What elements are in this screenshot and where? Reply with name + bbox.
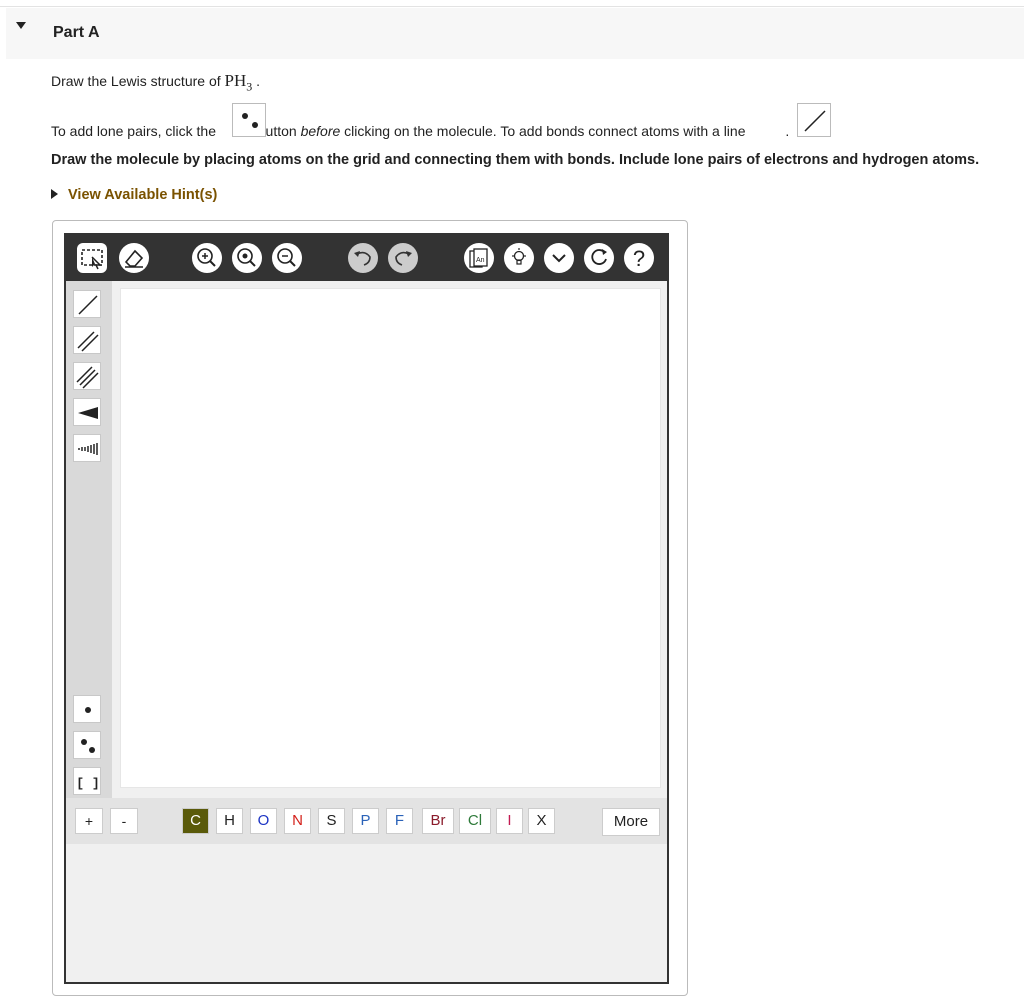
bracket-glyph: [ ] [76,776,99,791]
top-divider [0,6,1024,7]
prompt-suffix: . [252,73,261,89]
atom-button-i[interactable]: I [496,808,523,834]
lone-pair-rest: clicking on the molecule. To add bonds c… [340,123,750,139]
single-bond-inline-icon [797,103,831,137]
triple-bond-icon[interactable] [73,362,101,390]
bracket-icon[interactable]: [ ] [73,767,101,795]
single-electron-icon[interactable] [73,695,101,723]
atom-button-p[interactable]: P [352,808,379,834]
prompt-prefix: Draw the Lewis structure of [51,73,225,89]
redo-icon[interactable] [388,243,418,273]
lightbulb-icon[interactable] [504,243,534,273]
atom-button-x[interactable]: X [528,808,555,834]
formula-main: PH [224,71,247,90]
lone-pair-emph: before [300,123,341,139]
atom-button-f[interactable]: F [386,808,413,834]
atom-button-c[interactable]: C [182,808,209,834]
view-hints-link[interactable]: View Available Hint(s) [51,187,217,203]
hint-label: View Available Hint(s) [68,187,218,203]
marquee-select-icon[interactable] [77,243,107,273]
question-prompt: Draw the Lewis structure of PH3 . [51,71,260,94]
molecule-editor: An ? [] + - C H O N S P F Br Cl I X Mor… [64,233,669,984]
undo-icon[interactable] [348,243,378,273]
eraser-icon[interactable] [119,243,149,273]
atom-button-s[interactable]: S [318,808,345,834]
lone-pair-prefix: To add lone pairs, click the [51,123,220,139]
editor-toolbar: An ? [66,235,667,281]
atom-button-br[interactable]: Br [422,808,454,834]
atom-button-n[interactable]: N [284,808,311,834]
single-bond-icon[interactable] [73,290,101,318]
atom-button-o[interactable]: O [250,808,277,834]
more-atoms-button[interactable]: More [602,808,660,836]
collapse-caret-icon[interactable] [16,22,26,29]
wedge-bond-icon[interactable] [73,398,101,426]
hint-caret-icon [51,189,58,199]
atom-bar: + - C H O N S P F Br Cl I X More [66,798,667,844]
help-glyph: ? [633,246,645,271]
lone-pair-instructions: To add lone pairs, click the button befo… [51,123,789,139]
double-bond-icon[interactable] [73,326,101,354]
hash-bond-icon[interactable] [73,434,101,462]
draw-instruction: Draw the molecule by placing atoms on th… [51,152,980,168]
drawing-canvas[interactable] [120,288,661,788]
formula: PH3 [224,71,253,93]
help-icon[interactable]: ? [624,243,654,273]
part-title: Part A [53,24,100,41]
reset-icon[interactable] [584,243,614,273]
templates-glyph: An [476,257,485,264]
lone-pair-inline-icon [232,103,266,137]
zoom-out-icon[interactable] [272,243,302,273]
bond-tools-sidebar: [ ] [66,281,112,798]
atom-button-cl[interactable]: Cl [459,808,491,834]
increase-charge-button[interactable]: + [75,808,103,834]
zoom-in-icon[interactable] [192,243,222,273]
atom-button-h[interactable]: H [216,808,243,834]
chevron-down-icon[interactable] [544,243,574,273]
part-header[interactable] [6,8,1024,59]
zoom-fit-icon[interactable] [232,243,262,273]
decrease-charge-button[interactable]: - [110,808,138,834]
lone-pair-end: . [785,123,790,139]
templates-icon[interactable]: An [464,243,494,273]
lone-pair-icon[interactable] [73,731,101,759]
